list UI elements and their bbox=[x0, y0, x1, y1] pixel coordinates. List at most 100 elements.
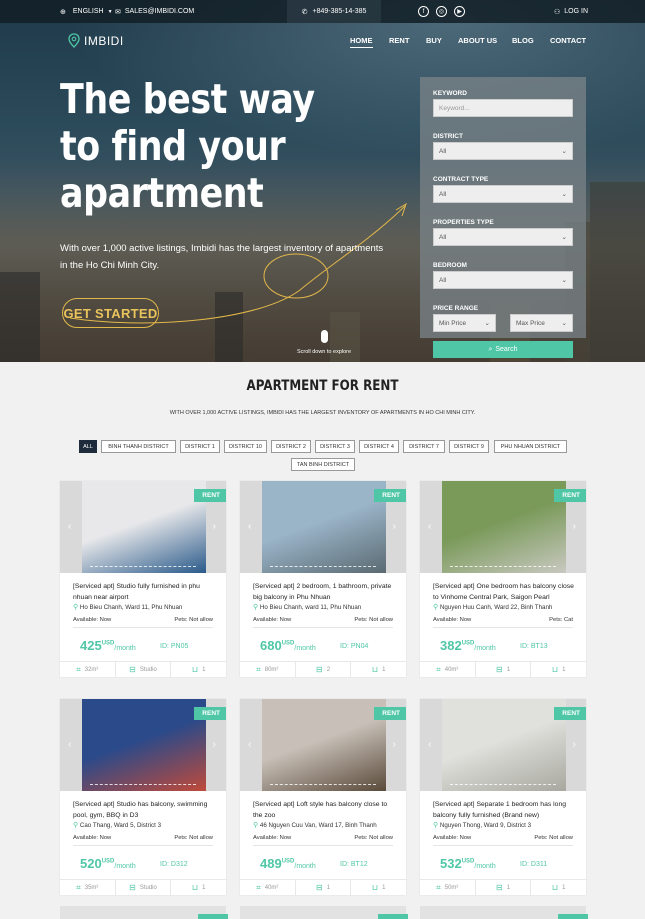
listing-address: ⚲ Ho Bieu Chanh, Ward 11, Phu Nhuan bbox=[73, 603, 218, 611]
get-started-button[interactable]: GET STARTED bbox=[62, 298, 159, 328]
next-photo-icon[interactable]: › bbox=[573, 521, 576, 532]
phone-link[interactable]: ✆ +849-385-14-385 bbox=[287, 0, 381, 23]
listing-price: 680USD/month bbox=[260, 638, 316, 653]
next-photo-icon[interactable]: › bbox=[213, 521, 216, 532]
bath-icon: ⊔ bbox=[371, 665, 379, 674]
price-period: /month bbox=[294, 863, 316, 870]
properties-type-select[interactable]: All ⌄ bbox=[433, 228, 573, 246]
prev-photo-icon[interactable]: ‹ bbox=[68, 739, 71, 750]
prev-photo-icon[interactable]: ‹ bbox=[68, 521, 71, 532]
price-period: /month bbox=[114, 863, 136, 870]
rent-tag: RENT bbox=[374, 707, 406, 720]
filter-all[interactable]: ALL bbox=[79, 440, 97, 453]
listing-card[interactable]: ‹ › RENT [Serviced apt] Studio has balcony,… bbox=[60, 699, 226, 895]
filter-district-10[interactable]: DISTRICT 10 bbox=[224, 440, 267, 453]
prev-photo-icon[interactable]: ‹ bbox=[248, 521, 251, 532]
listing-photo[interactable]: ‹ › RENT bbox=[240, 699, 406, 791]
filter-tan-binh[interactable]: TAN BINH DISTRICT bbox=[291, 458, 355, 471]
youtube-icon[interactable]: ▶ bbox=[454, 6, 465, 17]
nav-buy[interactable]: BUY bbox=[426, 36, 442, 45]
nav-home[interactable]: HOME bbox=[350, 36, 373, 48]
search-button[interactable]: ⌕ Search bbox=[433, 341, 573, 358]
listing-title[interactable]: [Serviced apt] Studio has balcony, swimm… bbox=[73, 799, 218, 821]
area-value: 35m² bbox=[84, 884, 99, 891]
next-photo-icon[interactable]: › bbox=[393, 739, 396, 750]
whatsapp-icon[interactable]: ◎ bbox=[436, 6, 447, 17]
max-price-select[interactable]: Max Price ⌄ bbox=[510, 314, 573, 332]
listing-photo[interactable]: ‹ › RENT bbox=[420, 699, 586, 791]
listing-id: ID: D312 bbox=[160, 861, 188, 868]
listing-photo[interactable]: ‹ › RENT bbox=[240, 481, 406, 573]
filter-district-7[interactable]: DISTRICT 7 bbox=[403, 440, 445, 453]
contract-type-label: CONTRACT TYPE bbox=[433, 176, 489, 183]
listing-stats: ⌗ 35m² ⊟ Studio ⊔ 1 bbox=[60, 879, 226, 895]
availability: Available: Now bbox=[73, 617, 112, 623]
price-range: Min Price ⌄ Max Price ⌄ bbox=[433, 314, 573, 332]
email-link[interactable]: ✉ SALES@IMBIDI.COM bbox=[115, 0, 194, 23]
next-photo-icon[interactable]: › bbox=[573, 739, 576, 750]
listing-address: ⚲ Ho Bieu Chanh, ward 11, Phu Nhuan bbox=[253, 603, 398, 611]
listing-title[interactable]: [Serviced apt] 2 bedroom, 1 bathroom, pr… bbox=[253, 581, 398, 603]
login-link[interactable]: ⚇ LOG IN bbox=[554, 0, 588, 23]
phone-icon: ✆ bbox=[301, 8, 308, 16]
listing-card[interactable]: ‹ › RENT [Serviced apt] Studio fully furnis… bbox=[60, 481, 226, 677]
listing-card[interactable]: ‹ › RENT [Serviced apt] 2 bedroom, 1 bathro… bbox=[240, 481, 406, 677]
photo-indicator bbox=[90, 566, 196, 567]
prev-photo-icon[interactable]: ‹ bbox=[428, 739, 431, 750]
keyword-input[interactable]: Keyword... bbox=[433, 99, 573, 117]
listing-title[interactable]: [Serviced apt] Loft style has balcony cl… bbox=[253, 799, 398, 821]
filter-district-4[interactable]: DISTRICT 4 bbox=[359, 440, 399, 453]
price-period: /month bbox=[474, 645, 496, 652]
language-selector[interactable]: ⊕ ENGLISH ▼ bbox=[60, 0, 113, 23]
filter-district-9[interactable]: DISTRICT 9 bbox=[449, 440, 489, 453]
prev-photo-icon[interactable]: ‹ bbox=[428, 521, 431, 532]
nav-about-us[interactable]: ABOUT US bbox=[458, 36, 497, 45]
bedroom-stat: ⊟ 1 bbox=[296, 880, 352, 895]
filter-district-3[interactable]: DISTRICT 3 bbox=[315, 440, 355, 453]
bedroom-stat: ⊟ 1 bbox=[476, 662, 532, 677]
properties-type-value: All bbox=[439, 233, 447, 241]
listing-card[interactable]: ‹ › RENT [Serviced apt] One bedroom has bal… bbox=[420, 481, 586, 677]
listing-title[interactable]: [Serviced apt] Separate 1 bedroom has lo… bbox=[433, 799, 578, 821]
filter-district-2[interactable]: DISTRICT 2 bbox=[271, 440, 311, 453]
nav-rent[interactable]: RENT bbox=[389, 36, 409, 45]
prev-photo-icon[interactable]: ‹ bbox=[248, 739, 251, 750]
listing-photo[interactable]: ‹ › RENT bbox=[60, 699, 226, 791]
keyword-placeholder: Keyword... bbox=[439, 104, 470, 112]
location-pin-icon: ⚲ bbox=[433, 822, 439, 829]
facebook-icon[interactable]: f bbox=[418, 6, 429, 17]
price-amount: 425 bbox=[80, 638, 102, 653]
listing-title[interactable]: [Serviced apt] Studio fully furnished in… bbox=[73, 581, 218, 603]
brand-logo[interactable]: IMBIDI bbox=[68, 33, 124, 48]
listing-price: 489USD/month bbox=[260, 856, 316, 871]
scroll-hint[interactable]: Scroll down to explore bbox=[294, 330, 354, 355]
listing-price: 382USD/month bbox=[440, 638, 496, 653]
nav-contact[interactable]: CONTACT bbox=[550, 36, 586, 45]
filter-binh-thanh[interactable]: BINH THANH DISTRICT bbox=[101, 440, 176, 453]
availability: Available: Now bbox=[253, 835, 292, 841]
listing-card[interactable]: ‹ › RENT [Serviced apt] Separate 1 bedroom … bbox=[420, 699, 586, 895]
listing-card[interactable]: ‹ › RENT [Serviced apt] Loft style has balc… bbox=[240, 699, 406, 895]
bedroom-stat: ⊟ Studio bbox=[116, 880, 172, 895]
next-photo-icon[interactable]: › bbox=[213, 739, 216, 750]
min-price-select[interactable]: Min Price ⌄ bbox=[433, 314, 496, 332]
bedroom-select[interactable]: All ⌄ bbox=[433, 271, 573, 289]
filter-phu-nhuan[interactable]: PHU NHUAN DISTRICT bbox=[494, 440, 567, 453]
address-text: Nguyen Thong, Ward 9, District 3 bbox=[439, 822, 532, 829]
listing-photo[interactable]: ‹ › RENT bbox=[60, 481, 226, 573]
area-icon: ⌗ bbox=[76, 664, 81, 674]
listing-card-partial[interactable] bbox=[240, 906, 408, 919]
listing-photo[interactable]: ‹ › RENT bbox=[420, 481, 586, 573]
listing-card-partial[interactable] bbox=[60, 906, 228, 919]
listing-title[interactable]: [Serviced apt] One bedroom has balcony c… bbox=[433, 581, 578, 603]
filter-district-1[interactable]: DISTRICT 1 bbox=[180, 440, 220, 453]
district-select[interactable]: All ⌄ bbox=[433, 142, 573, 160]
phone-text: +849-385-14-385 bbox=[312, 8, 367, 15]
contract-type-select[interactable]: All ⌄ bbox=[433, 185, 573, 203]
listing-id: ID: PN04 bbox=[340, 643, 369, 650]
area-icon: ⌗ bbox=[436, 664, 441, 674]
bed-icon: ⊟ bbox=[315, 883, 323, 892]
nav-blog[interactable]: BLOG bbox=[512, 36, 534, 45]
listing-card-partial[interactable] bbox=[420, 906, 588, 919]
next-photo-icon[interactable]: › bbox=[393, 521, 396, 532]
